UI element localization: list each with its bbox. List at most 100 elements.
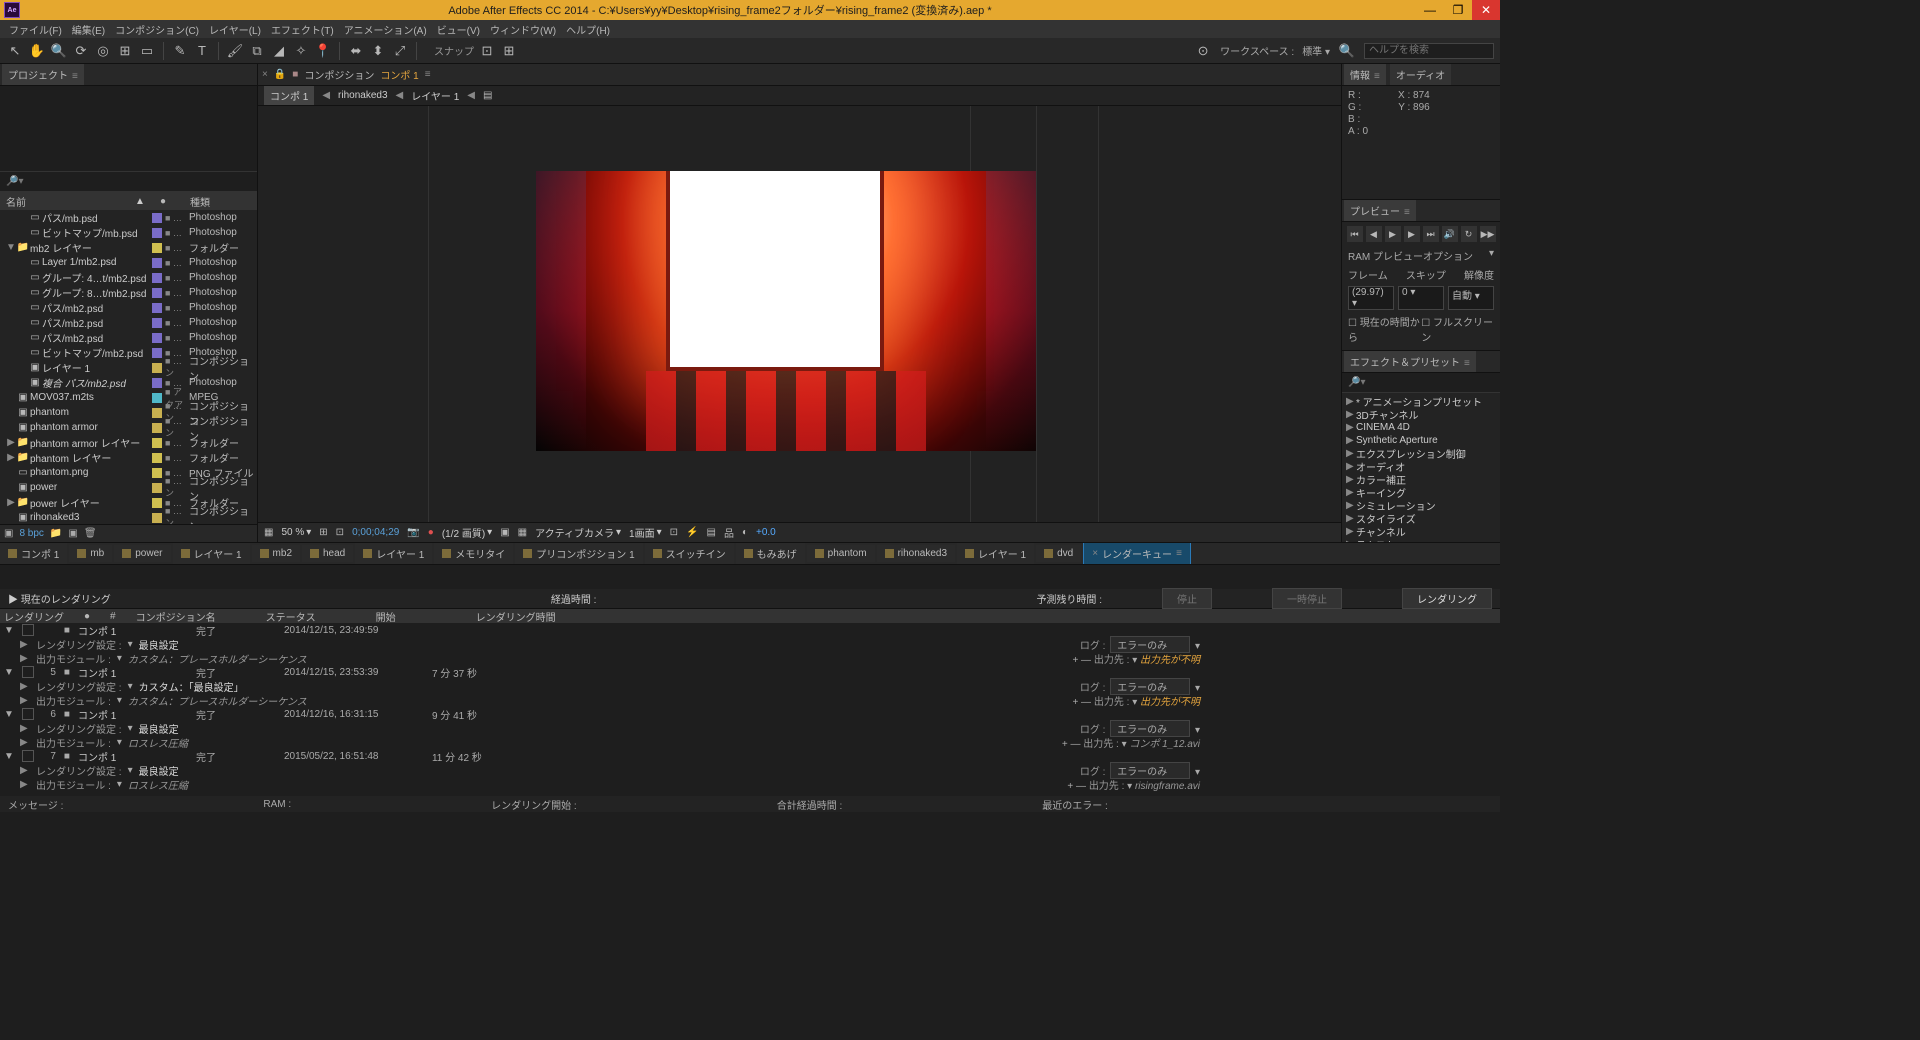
close-tab-icon[interactable]: × (262, 69, 268, 80)
project-item[interactable]: ▣rihonaked3■ …ンコンポジション (0, 510, 257, 524)
project-item[interactable]: ▭パス/mb2.psd■ …Photoshop (0, 300, 257, 315)
puppet-tool-icon[interactable]: 📍 (314, 42, 332, 60)
menu-item[interactable]: ウィンドウ(W) (485, 20, 561, 39)
search-icon[interactable]: ⊙ (1194, 42, 1212, 60)
eraser-tool-icon[interactable]: ◢ (270, 42, 288, 60)
project-item[interactable]: ▭パス/mb2.psd■ …Photoshop (0, 330, 257, 345)
minimize-button[interactable]: — (1416, 0, 1444, 20)
menu-item[interactable]: アニメーション(A) (339, 20, 432, 39)
shape-tool-icon[interactable]: ▭ (138, 42, 156, 60)
menu-item[interactable]: コンポジション(C) (110, 20, 204, 39)
project-item[interactable]: ▭グループ: 8…t/mb2.psd■ …Photoshop (0, 285, 257, 300)
timeline-tab[interactable]: ×レンダーキュー ≡ (1083, 543, 1191, 565)
menu-item[interactable]: ヘルプ(H) (561, 20, 615, 39)
zoom-dropdown[interactable]: 50 % ▾ (281, 527, 311, 538)
skip-dropdown[interactable]: 0 ▾ (1398, 286, 1444, 310)
comp-name-link[interactable]: コンポ 1 (380, 67, 418, 82)
selection-tool-icon[interactable]: ↖ (6, 42, 24, 60)
crumb-item[interactable]: rihonaked3 (338, 90, 387, 101)
timeline-tab[interactable]: レイヤー 1 (173, 543, 250, 564)
roi-icon[interactable]: ▣ (500, 527, 509, 538)
crumb-comp[interactable]: コンポ 1 (264, 86, 314, 105)
menu-item[interactable]: 編集(E) (67, 20, 110, 39)
interpret-icon[interactable]: ▣ (4, 528, 13, 539)
project-item-list[interactable]: ▭パス/mb.psd■ …Photoshop▭ビットマップ/mb.psd■ …P… (0, 210, 257, 524)
menu-item[interactable]: エフェクト(T) (266, 20, 339, 39)
project-item[interactable]: ▭ビットマップ/mb.psd■ …Photoshop (0, 225, 257, 240)
lock-icon[interactable]: 🔒 (274, 69, 286, 80)
effects-tab[interactable]: エフェクト＆プリセット≡ (1344, 351, 1476, 372)
current-time[interactable]: 0;00;04;29 (352, 527, 399, 538)
play-button[interactable]: ▶ (1385, 226, 1401, 242)
effect-category[interactable]: ▶3Dチャンネル (1342, 408, 1500, 421)
guides-icon[interactable]: ⊡ (336, 527, 344, 538)
fps-dropdown[interactable]: (29.97) ▾ (1348, 286, 1394, 310)
maximize-button[interactable]: ❐ (1444, 0, 1472, 20)
render-queue-item[interactable]: ▼6■コンポ 1完了2014/12/16, 16:31:159 分 41 秒▶レ… (0, 707, 1500, 749)
snap-opts-icon[interactable]: ⊡ (478, 42, 496, 60)
pan-behind-tool-icon[interactable]: ⊞ (116, 42, 134, 60)
exposure-reset-icon[interactable]: ◐ (742, 527, 748, 538)
snap-label[interactable]: スナップ (434, 43, 474, 58)
project-item[interactable]: ▣レイヤー 1■ …ンコンポジション (0, 360, 257, 375)
camera-tool-icon[interactable]: ◎ (94, 42, 112, 60)
axis-local-icon[interactable]: ⬌ (347, 42, 365, 60)
preview-tab[interactable]: プレビュー≡ (1344, 200, 1416, 221)
timeline-tab[interactable]: dvd (1036, 545, 1081, 562)
timeline-tab[interactable]: mb (69, 545, 112, 562)
audio-tab[interactable]: オーディオ (1390, 64, 1451, 85)
render-queue[interactable]: ▼■コンポ 1完了2014/12/15, 23:49:59▶レンダリング設定 :… (0, 623, 1500, 796)
project-item[interactable]: ▭パス/mb2.psd■ …Photoshop (0, 315, 257, 330)
timeline-tab[interactable]: rihonaked3 (877, 545, 955, 562)
info-tab[interactable]: 情報≡ (1344, 64, 1386, 85)
project-item[interactable]: ▣複合 パス/mb2.psd■ …Photoshop (0, 375, 257, 390)
project-item[interactable]: ▣power■ …ンコンポジション (0, 480, 257, 495)
from-current-check[interactable]: ☐ 現在の時間から (1348, 314, 1421, 344)
effects-search[interactable]: 🔎▾ (1342, 373, 1500, 393)
hand-tool-icon[interactable]: ✋ (28, 42, 46, 60)
timeline-icon[interactable]: ▤ (706, 527, 715, 538)
timeline-tab[interactable]: スイッチイン (645, 543, 734, 564)
grid-icon[interactable]: ⊞ (319, 527, 327, 538)
project-item[interactable]: ▶📁phantom レイヤー■ …フォルダー (0, 450, 257, 465)
brush-tool-icon[interactable]: 🖌 (226, 42, 244, 60)
project-item[interactable]: ▣phantom armor■ …ンコンポジション (0, 420, 257, 435)
menu-item[interactable]: ファイル(F) (4, 20, 67, 39)
last-frame-button[interactable]: ⏭ (1423, 226, 1439, 242)
render-queue-item[interactable]: ▼5■コンポ 1完了2014/12/15, 23:53:397 分 37 秒▶レ… (0, 665, 1500, 707)
timeline-tab[interactable]: レイヤー 1 (355, 543, 432, 564)
timeline-tab[interactable]: コンポ 1 (0, 543, 67, 564)
text-tool-icon[interactable]: T (193, 42, 211, 60)
comp-flowchart-icon[interactable]: 品 (724, 525, 734, 540)
zoom-tool-icon[interactable]: 🔍 (50, 42, 68, 60)
fullscreen-check[interactable]: ☐ フルスクリーン (1421, 314, 1494, 344)
fast-preview-icon[interactable]: ⚡ (686, 527, 698, 538)
resolution-dropdown[interactable]: (1/2 画質) ▾ (442, 525, 492, 540)
project-item[interactable]: ▭パス/mb.psd■ …Photoshop (0, 210, 257, 225)
timeline-tab[interactable]: mb2 (252, 545, 300, 562)
camera-dropdown[interactable]: アクティブカメラ ▾ (535, 525, 621, 540)
axis-world-icon[interactable]: ⬍ (369, 42, 387, 60)
menu-item[interactable]: ビュー(V) (432, 20, 485, 39)
delete-icon[interactable]: 🗑 (84, 528, 97, 539)
project-search[interactable]: 🔎▾ (0, 172, 257, 192)
project-item[interactable]: ▭グループ: 4…t/mb2.psd■ …Photoshop (0, 270, 257, 285)
project-item[interactable]: ▶📁phantom armor レイヤー■ …フォルダー (0, 435, 257, 450)
project-item[interactable]: ▼📁mb2 レイヤー■ …フォルダー (0, 240, 257, 255)
mag-icon[interactable]: ▦ (264, 527, 273, 538)
project-tab[interactable]: プロジェクト≡ (2, 64, 84, 85)
effect-category[interactable]: ▶テキスト (1342, 538, 1500, 542)
bpc-button[interactable]: 8 bpc (19, 528, 43, 539)
axis-view-icon[interactable]: ⤢ (391, 42, 409, 60)
mute-button[interactable]: 🔊 (1442, 226, 1458, 242)
timeline-tab[interactable]: head (302, 545, 353, 562)
roto-tool-icon[interactable]: ✧ (292, 42, 310, 60)
project-column-headers[interactable]: 名前 ▲ ● 種類 (0, 192, 257, 210)
loop-button[interactable]: ↻ (1461, 226, 1477, 242)
channel-icon[interactable]: ● (428, 527, 434, 538)
ram-preview-button[interactable]: ▶▶ (1480, 226, 1496, 242)
render-queue-item[interactable]: ▼■コンポ 1完了2014/12/15, 23:49:59▶レンダリング設定 :… (0, 623, 1500, 665)
menu-item[interactable]: レイヤー(L) (204, 20, 266, 39)
pen-tool-icon[interactable]: ✎ (171, 42, 189, 60)
workspace-dropdown[interactable]: 標準 ▾ (1302, 43, 1330, 58)
